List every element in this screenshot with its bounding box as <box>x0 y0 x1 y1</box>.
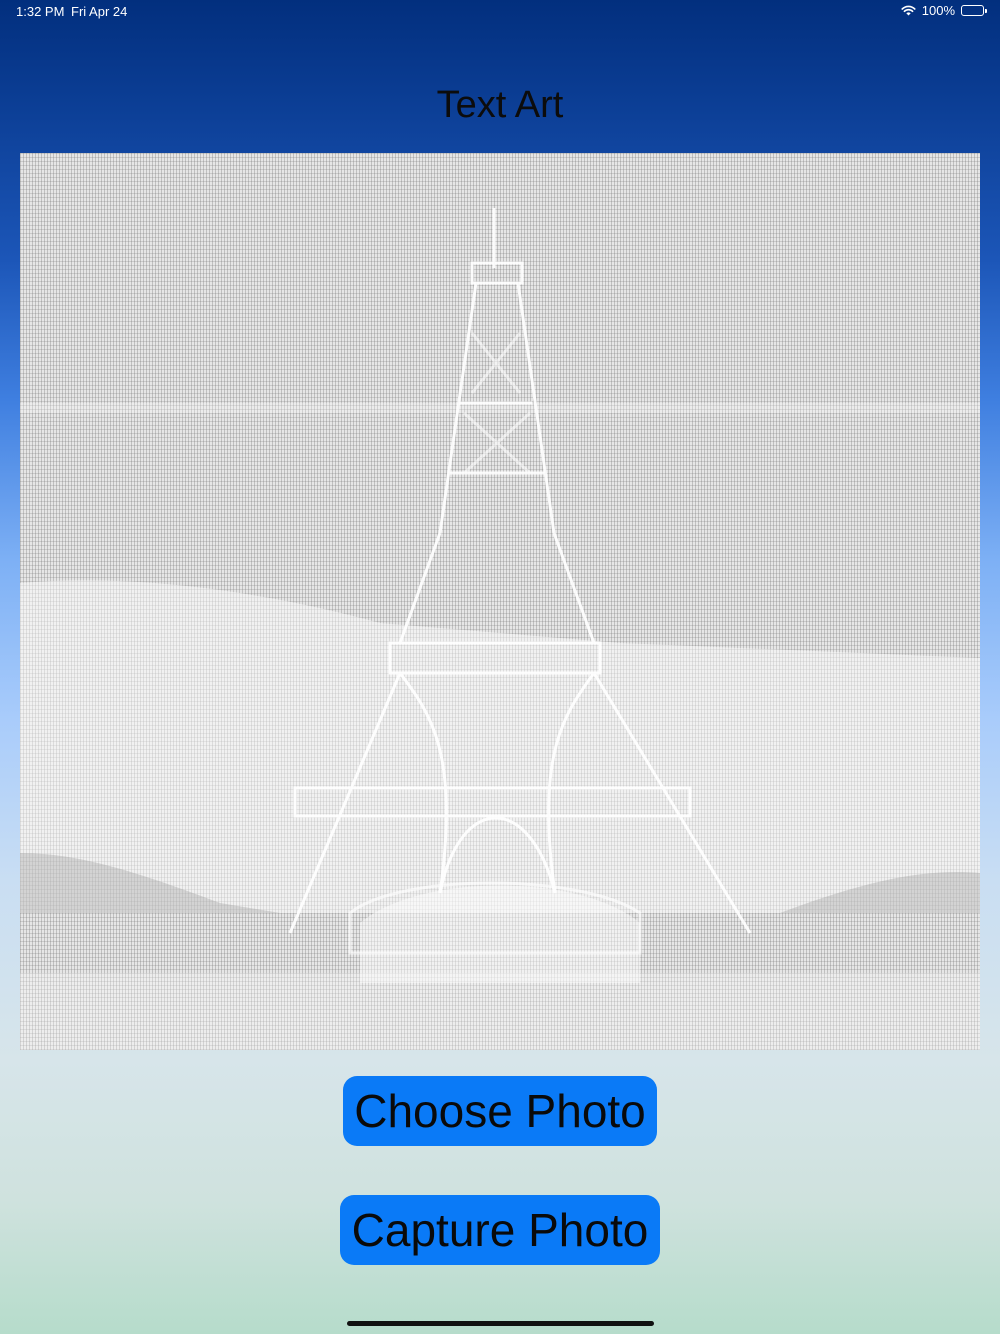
battery-icon <box>961 5 987 16</box>
status-indicators: 100% <box>901 3 987 18</box>
home-indicator[interactable] <box>347 1321 654 1326</box>
status-date: Fri Apr 24 <box>71 4 128 19</box>
status-time: 1:32 PM <box>16 4 65 19</box>
text-art-image <box>20 153 980 1050</box>
capture-photo-button[interactable]: Capture Photo <box>340 1195 660 1265</box>
text-art-picture <box>20 208 980 1050</box>
wifi-icon <box>901 5 916 16</box>
battery-percent: 100% <box>921 3 955 18</box>
choose-photo-button[interactable]: Choose Photo <box>343 1076 657 1146</box>
status-bar: 1:32 PM Fri Apr 24 100% <box>0 0 1000 24</box>
page-title: Text Art <box>436 84 564 126</box>
